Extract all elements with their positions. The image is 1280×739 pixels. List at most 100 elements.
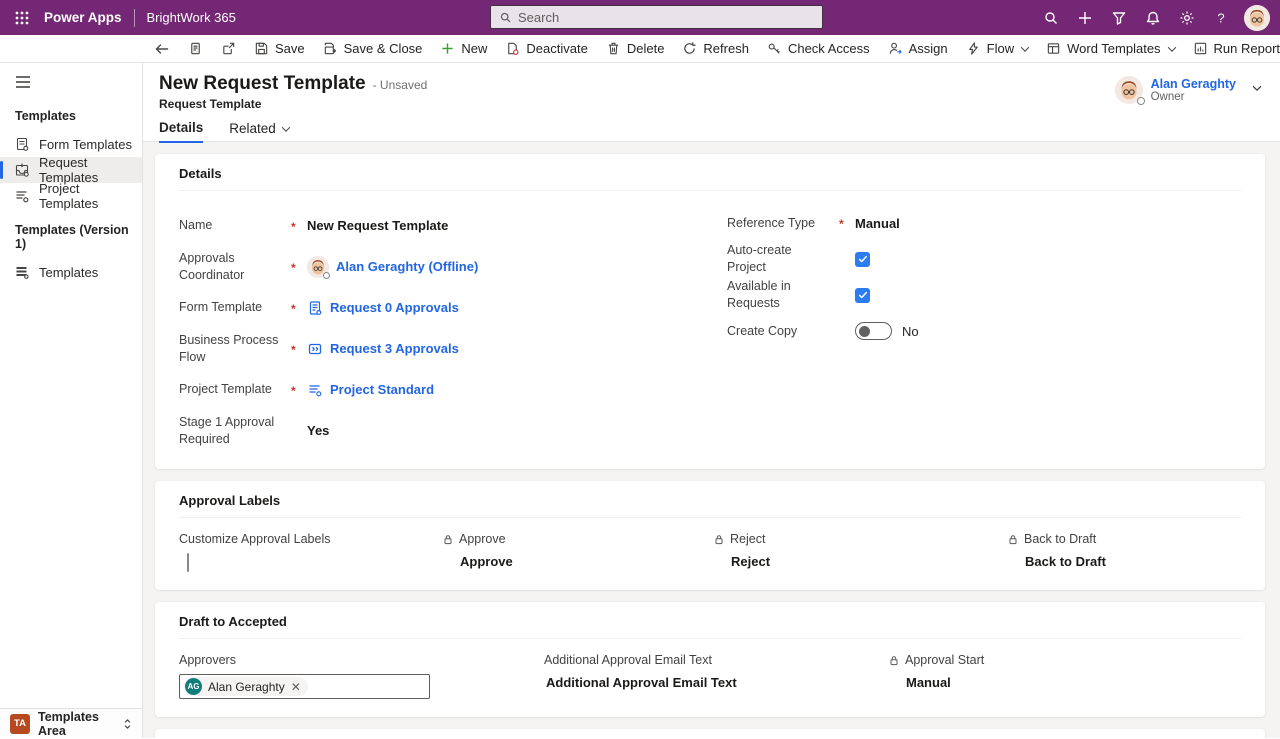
collapse-header-chevron-icon[interactable] <box>1250 81 1264 95</box>
approvers-combobox[interactable]: AG Alan Geraghty ✕ <box>179 674 430 699</box>
available-in-requests-checkbox[interactable] <box>855 288 870 303</box>
help-icon[interactable]: ? <box>1204 0 1238 35</box>
owner-avatar[interactable] <box>1115 76 1143 104</box>
person-avatar <box>307 256 329 278</box>
word-templates-menu-button[interactable]: Word Templates <box>1037 35 1183 63</box>
save-button[interactable]: Save <box>245 35 314 63</box>
account-avatar[interactable] <box>1244 5 1270 31</box>
settings-gear-icon[interactable] <box>1170 0 1204 35</box>
search-icon <box>499 11 512 24</box>
nav-group-header: Templates (Version 1) <box>0 209 142 259</box>
back-button[interactable] <box>145 35 179 63</box>
business-process-flow-lookup[interactable]: Request 3 Approvals <box>307 341 727 357</box>
form-switcher-icon[interactable] <box>179 35 212 63</box>
sidebar-item-templates[interactable]: Templates <box>0 259 142 285</box>
app-launcher-waffle-icon[interactable] <box>0 0 44 35</box>
back-to-draft-value[interactable]: Back to Draft <box>1025 554 1241 569</box>
section-title: Approval Labels <box>179 493 1241 518</box>
customize-approval-labels-checkbox[interactable] <box>187 553 189 572</box>
reject-value[interactable]: Reject <box>731 554 1007 569</box>
auto-create-project-checkbox[interactable] <box>855 252 870 267</box>
area-label: Templates Area <box>38 710 113 738</box>
field-approval-start: Approval Start Manual <box>888 653 1241 699</box>
project-template-lookup[interactable]: Project Standard <box>307 382 727 398</box>
topbar-actions: ? <box>1034 0 1280 35</box>
assign-button[interactable]: Assign <box>879 35 957 63</box>
approval-start-value[interactable]: Manual <box>906 675 1241 690</box>
required-marker: * <box>291 341 307 357</box>
lock-icon <box>442 533 454 546</box>
bpf-icon <box>307 341 323 357</box>
search-input[interactable] <box>518 10 814 25</box>
sidebar-item-label: Templates <box>39 265 98 280</box>
save-and-close-button[interactable]: Save & Close <box>314 35 432 63</box>
field-additional-approval-email-text: Additional Approval Email Text Additiona… <box>544 653 888 699</box>
tab-details[interactable]: Details <box>159 120 203 143</box>
chevron-down-icon <box>282 123 290 131</box>
field-back-to-draft-label: Back to Draft Back to Draft <box>1007 532 1241 572</box>
form-tabs: Details Related <box>159 120 1280 143</box>
details-right-column: Reference Type * Manual Auto-create Proj… <box>727 205 1241 451</box>
chip-avatar: AG <box>185 678 202 695</box>
additional-approval-email-text-value[interactable]: Additional Approval Email Text <box>546 675 888 690</box>
field-customize-approval-labels: Customize Approval Labels <box>179 532 442 572</box>
popout-icon[interactable] <box>212 35 245 63</box>
stage1-approval-value[interactable]: Yes <box>307 423 727 438</box>
tab-related[interactable]: Related <box>229 120 289 143</box>
field-approvals-coordinator: Approvals Coordinator * <box>179 246 727 287</box>
search-icon[interactable] <box>1034 0 1068 35</box>
lock-icon <box>713 533 725 546</box>
area-switcher[interactable]: TA Templates Area <box>0 708 142 738</box>
field-available-in-requests: Available in Requests <box>727 277 1241 313</box>
approval-labels-section: Approval Labels Customize Approval Label… <box>155 481 1265 590</box>
presence-offline-icon <box>323 272 330 279</box>
name-value[interactable]: New Request Template <box>307 218 727 233</box>
refresh-button[interactable]: Refresh <box>673 35 758 63</box>
record-header: New Request Template - Unsaved Request T… <box>143 63 1280 142</box>
draft-to-accepted-section: Draft to Accepted Approvers AG Alan Gera… <box>155 602 1265 717</box>
sidebar-item-project-templates[interactable]: Project Templates <box>0 183 142 209</box>
templates-stack-icon <box>14 264 30 280</box>
owner-field: Alan Geraghty Owner <box>1115 76 1236 104</box>
field-name: Name * New Request Template <box>179 205 727 246</box>
notifications-icon[interactable] <box>1136 0 1170 35</box>
required-marker: * <box>291 300 307 316</box>
required-marker: * <box>291 218 307 234</box>
lock-icon <box>1007 533 1019 546</box>
form-template-lookup[interactable]: Request 0 Approvals <box>307 300 727 316</box>
svg-text:?: ? <box>1217 10 1224 25</box>
request-tray-icon <box>14 162 30 178</box>
required-marker: * <box>291 382 307 398</box>
new-button[interactable]: New <box>431 35 496 63</box>
approvals-coordinator-lookup[interactable]: Alan Geraghty (Offline) <box>307 256 727 278</box>
sidebar-item-form-templates[interactable]: Form Templates <box>0 131 142 157</box>
remove-approver-icon[interactable]: ✕ <box>291 681 301 693</box>
check-access-button[interactable]: Check Access <box>758 35 879 63</box>
form-document-icon <box>14 136 30 152</box>
approver-chip[interactable]: AG Alan Geraghty ✕ <box>184 677 308 696</box>
form-body: Details Name * New Request Template Appr… <box>143 142 1280 738</box>
add-icon[interactable] <box>1068 0 1102 35</box>
flow-menu-button[interactable]: Flow <box>957 35 1037 63</box>
topbar-divider <box>134 9 135 27</box>
field-create-copy: Create Copy No <box>727 313 1241 349</box>
run-report-menu-button[interactable]: Run Report <box>1184 35 1280 63</box>
deactivate-button[interactable]: Deactivate <box>496 35 596 63</box>
field-business-process-flow: Business Process Flow * Request 3 Approv… <box>179 328 727 369</box>
accepted-to-reviewed-section: Accepted to Reviewed <box>155 729 1265 738</box>
collapse-sidebar-hamburger-icon[interactable] <box>0 63 142 95</box>
field-project-template: Project Template * Project Standard <box>179 369 727 410</box>
field-approvers: Approvers AG Alan Geraghty ✕ <box>179 653 544 699</box>
approve-value[interactable]: Approve <box>460 554 713 569</box>
owner-name-link[interactable]: Alan Geraghty <box>1151 77 1236 91</box>
sidebar-item-request-templates[interactable]: Request Templates <box>0 157 142 183</box>
create-copy-toggle[interactable] <box>855 322 892 340</box>
area-switcher-updown-icon <box>121 717 134 731</box>
app-name[interactable]: Power Apps <box>44 10 122 25</box>
global-search-box[interactable] <box>490 5 823 29</box>
environment-name[interactable]: BrightWork 365 <box>147 10 236 25</box>
delete-button[interactable]: Delete <box>597 35 674 63</box>
reference-type-value[interactable]: Manual <box>855 216 1241 231</box>
sidebar-item-label: Form Templates <box>39 137 132 152</box>
filter-icon[interactable] <box>1102 0 1136 35</box>
